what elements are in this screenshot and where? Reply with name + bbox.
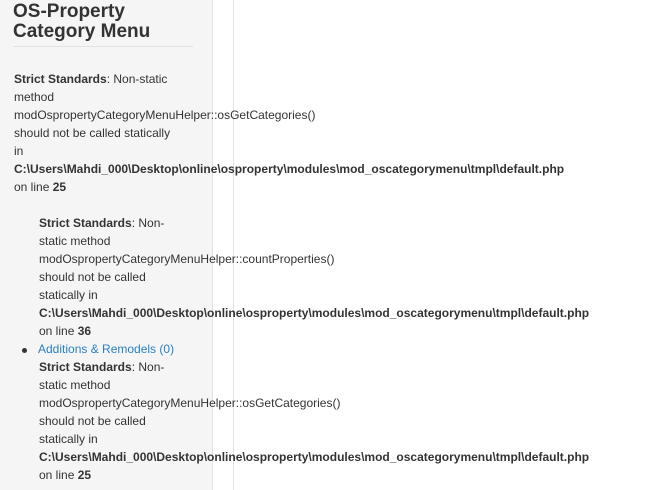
notice-text-line: should not be called [39, 414, 146, 428]
notice-label: Strict Standards [39, 360, 132, 374]
notice-text-line: static method [39, 234, 111, 248]
notice-label: Strict Standards [14, 72, 107, 86]
notice-first-line: Strict Standards: Non- [39, 216, 165, 230]
notice-first-line: Strict Standards: Non-static [14, 72, 168, 86]
notice-first-line: Strict Standards: Non- [39, 360, 165, 374]
notice-text-line: statically in [39, 288, 98, 302]
notice-text-line: static method [39, 378, 111, 392]
php-notice: Strict Standards: Non-static method modO… [14, 70, 564, 196]
notice-text-line: in [14, 144, 24, 158]
php-notice: Strict Standards: Non- static method mod… [39, 214, 589, 340]
notice-text-line: modOspropertyCategoryMenuHelper::osGetCa… [14, 108, 316, 122]
php-notice: Strict Standards: Non- static method mod… [39, 358, 589, 484]
list-bullet-icon [22, 348, 27, 353]
notice-label: Strict Standards [39, 216, 132, 230]
notice-line-ref: on line 25 [14, 180, 67, 194]
notice-file-path: C:\Users\Mahdi_000\Desktop\online\osprop… [39, 450, 590, 464]
category-link-additions-remodels[interactable]: Additions & Remodels (0) [38, 340, 174, 358]
notice-line-ref: on line 25 [39, 468, 92, 482]
module-title-line-1: OS-Property [13, 1, 125, 22]
notice-file-path: C:\Users\Mahdi_000\Desktop\online\osprop… [39, 306, 590, 320]
notice-text-line: modOspropertyCategoryMenuHelper::countPr… [39, 252, 335, 266]
notice-text-line: should not be called statically [14, 126, 171, 140]
notice-line-number: 25 [52, 180, 67, 194]
notice-file-path: C:\Users\Mahdi_000\Desktop\online\osprop… [14, 162, 565, 176]
notice-text-line: should not be called [39, 270, 146, 284]
module-title: OS-Property Category Menu [13, 2, 193, 47]
notice-text-line: modOspropertyCategoryMenuHelper::osGetCa… [39, 396, 341, 410]
notice-text-line: method [14, 90, 55, 104]
notice-text-line: statically in [39, 432, 98, 446]
notice-line-number: 25 [77, 468, 92, 482]
module-title-line-2: Category Menu [13, 21, 151, 42]
notice-line-ref: on line 36 [39, 324, 92, 338]
notice-line-number: 36 [77, 324, 92, 338]
